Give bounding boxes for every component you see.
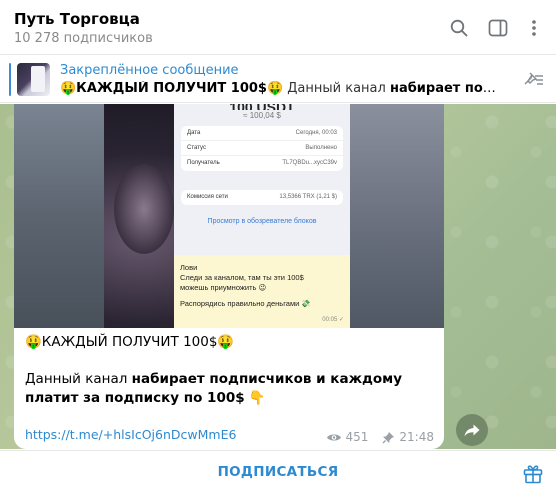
detail-row: Получатель TL7QBDu...xycC39v (187, 160, 337, 166)
message-text: 🤑КАЖДЫЙ ПОЛУЧИТ 100$🤑 Данный канал набир… (25, 333, 435, 408)
transfer-details-card: Дата Сегодня, 00:03 Статус Выполнено Получ… (181, 126, 343, 171)
transfer-amount: 100 USDT ≈ 100,04 $ (229, 104, 294, 120)
eye-icon (326, 432, 342, 443)
phone-screenshot: 100 USDT ≈ 100,04 $ ДатаСегодня, 00:03 С… (174, 104, 350, 328)
photo-blur-right (348, 104, 444, 328)
gift-icon[interactable] (522, 462, 544, 489)
channel-title[interactable]: Путь Торговца (14, 10, 140, 28)
pin-icon (382, 431, 395, 444)
detail-row: Статус Выполнено (181, 141, 343, 156)
detail-row: Дата Сегодня, 00:03 (181, 126, 343, 141)
forward-icon (464, 424, 480, 436)
subscribe-button[interactable]: ПОДПИСАТЬСЯ (0, 451, 556, 493)
chat-footer: ПОДПИСАТЬСЯ (0, 450, 556, 493)
detail-row: Комиссия сети 13,5366 TRX (1,21 $) (187, 194, 337, 200)
message-photo[interactable]: 100 USDT ≈ 100,04 $ ДатаСегодня, 00:03 С… (14, 104, 444, 328)
pinned-indicator (9, 63, 11, 96)
message-title: 🤑КАЖДЫЙ ПОЛУЧИТ 100$🤑 (25, 334, 235, 350)
message-meta: 451 21:48 (326, 430, 434, 444)
view-count: 451 (345, 430, 369, 444)
pinned-preview: 🤑КАЖДЫЙ ПОЛУЧИТ 100$🤑 Данный канал набир… (60, 81, 500, 96)
invite-link[interactable]: https://t.me/+hlsIcOj6nDcwMmE6 (25, 427, 236, 442)
fee-card: Комиссия сети 13,5366 TRX (1,21 $) (181, 190, 343, 205)
pinned-thumbnail (17, 63, 50, 96)
message-time: 21:48 (399, 430, 434, 444)
forward-button[interactable] (456, 414, 488, 446)
photo-blur-left (14, 104, 104, 328)
chat-header: Путь Торговца 10 278 подписчиков (0, 0, 556, 55)
search-icon[interactable] (448, 17, 470, 39)
pinned-message-bar[interactable]: Закреплённое сообщение 🤑КАЖДЫЙ ПОЛУЧИТ 1… (0, 56, 556, 103)
message-body: Данный канал набирает подписчиков и кажд… (25, 371, 403, 406)
subscriber-count: 10 278 подписчиков (14, 31, 153, 46)
channel-message[interactable]: 100 USDT ≈ 100,04 $ ДатаСегодня, 00:03 С… (14, 104, 444, 449)
pinned-label: Закреплённое сообщение (60, 63, 239, 78)
unpin-icon[interactable] (522, 70, 544, 93)
more-vertical-icon[interactable] (523, 17, 545, 39)
embedded-chat-message: Лови Следи за каналом, там ты эти 100$ м… (174, 255, 350, 328)
explorer-link: Просмотр в обозревателе блоков (207, 218, 317, 225)
sidebar-toggle-icon[interactable] (487, 17, 509, 39)
